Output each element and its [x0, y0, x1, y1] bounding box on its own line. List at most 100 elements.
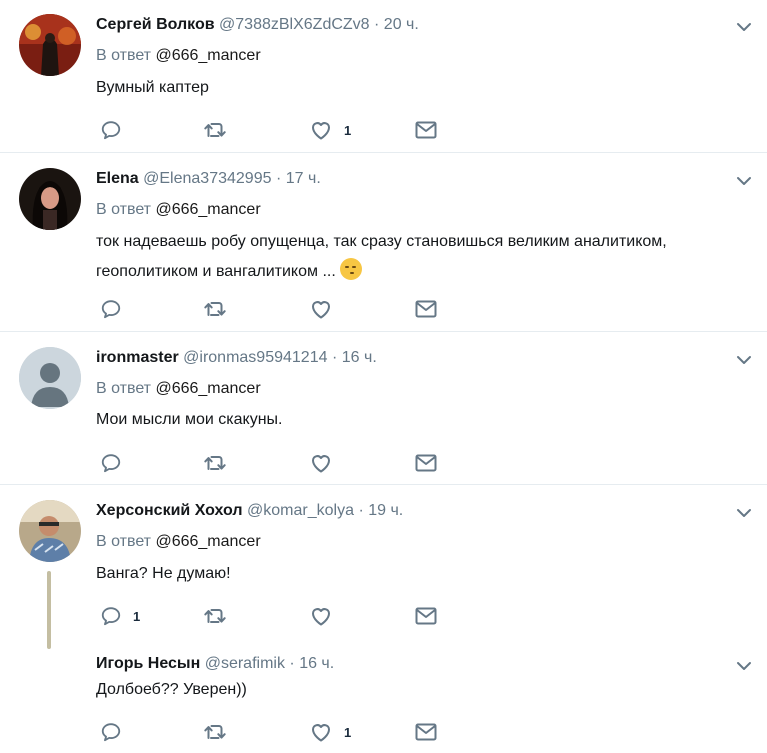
reply-context: В ответ @666_mancer	[96, 46, 261, 66]
direct-message-icon	[414, 297, 438, 321]
like-count: 1	[344, 122, 352, 138]
like-icon	[309, 720, 333, 744]
avatar[interactable]	[19, 168, 81, 230]
author-handle[interactable]: @serafimik	[205, 655, 285, 672]
tweet-text-fragment: геополитиком и вангалитиком ...	[96, 263, 336, 280]
direct-message-icon	[414, 720, 438, 744]
tweet-item[interactable]: Сергей Волков @7388zBlX6ZdCZv8 · 20 ч. В…	[0, 0, 767, 152]
retweet-icon	[203, 604, 227, 628]
avatar[interactable]	[19, 347, 81, 409]
reply-to-link[interactable]: @666_mancer	[155, 380, 260, 397]
like-button[interactable]	[309, 451, 344, 475]
direct-message-icon	[414, 118, 438, 142]
reply-to-link[interactable]: @666_mancer	[155, 533, 260, 550]
chevron-down-icon[interactable]	[736, 175, 752, 187]
like-button[interactable]	[309, 297, 344, 321]
reply-context: В ответ @666_mancer	[96, 532, 261, 552]
chevron-down-icon[interactable]	[736, 354, 752, 366]
tweet-actions	[96, 451, 456, 475]
author-name[interactable]: ironmaster	[96, 349, 179, 366]
reply-button[interactable]	[100, 297, 133, 321]
reply-icon	[100, 298, 122, 320]
tweet-actions: 1	[96, 604, 456, 628]
timestamp[interactable]: 16 ч.	[299, 655, 334, 672]
author-name[interactable]: Сергей Волков	[96, 16, 215, 33]
reply-button[interactable]	[100, 451, 133, 475]
author-handle[interactable]: @Elena37342995	[143, 170, 271, 187]
author-handle[interactable]: @7388zBlX6ZdCZv8	[219, 16, 370, 33]
timestamp[interactable]: 20 ч.	[384, 16, 419, 33]
retweet-button[interactable]	[203, 118, 227, 142]
thread-connector-line	[47, 571, 51, 649]
timestamp[interactable]: 17 ч.	[286, 170, 321, 187]
like-button[interactable]	[309, 604, 344, 628]
direct-message-icon	[414, 604, 438, 628]
author-handle[interactable]: @ironmas95941214	[183, 349, 327, 366]
tweet-text: Мои мысли мои скакуны.	[96, 411, 283, 428]
retweet-icon	[203, 720, 227, 744]
reply-button[interactable]	[100, 118, 133, 142]
tweet-header: Сергей Волков @7388zBlX6ZdCZv8 · 20 ч.	[96, 15, 419, 35]
reply-icon	[100, 452, 122, 474]
avatar[interactable]	[19, 14, 81, 76]
author-name[interactable]: Игорь Несын	[96, 655, 200, 672]
like-icon	[309, 118, 333, 142]
tweet-item[interactable]: Игорь Несын @serafimik · 16 ч. Долбоеб??…	[0, 640, 767, 753]
like-count: 1	[344, 724, 352, 740]
default-profile-icon	[19, 347, 81, 409]
tweet-text: Вумный каптер	[96, 79, 209, 96]
like-icon	[309, 297, 333, 321]
author-name[interactable]: Elena	[96, 170, 139, 187]
author-name[interactable]: Херсонский Хохол	[96, 502, 243, 519]
direct-message-button[interactable]	[414, 451, 438, 475]
direct-message-button[interactable]	[414, 720, 438, 744]
tweet-actions	[96, 297, 456, 321]
like-icon	[309, 451, 333, 475]
like-icon	[309, 604, 333, 628]
reply-count: 1	[133, 608, 141, 624]
separator: ·	[289, 655, 295, 672]
chevron-down-icon[interactable]	[736, 660, 752, 672]
tweet-header: Elena @Elena37342995 · 17 ч.	[96, 169, 321, 189]
direct-message-icon	[414, 451, 438, 475]
tweet-header: Игорь Несын @serafimik · 16 ч.	[96, 654, 334, 674]
tweet-header: Херсонский Хохол @komar_kolya · 19 ч.	[96, 501, 403, 521]
retweet-button[interactable]	[203, 297, 227, 321]
chevron-down-icon[interactable]	[736, 21, 752, 33]
like-button[interactable]: 1	[309, 118, 351, 142]
tweet-text-line: геополитиком и вангалитиком ...	[96, 257, 756, 287]
reply-icon	[100, 119, 122, 141]
smirk-emoji-icon	[340, 258, 363, 280]
reply-prefix: В ответ	[96, 201, 152, 218]
chevron-down-icon[interactable]	[736, 507, 752, 519]
tweet-actions: 1	[96, 720, 456, 744]
avatar[interactable]	[19, 500, 81, 562]
tweet-item[interactable]: Elena @Elena37342995 · 17 ч. В ответ @66…	[0, 153, 767, 331]
reply-icon	[100, 721, 122, 743]
reply-context: В ответ @666_mancer	[96, 379, 261, 399]
reply-button[interactable]: 1	[100, 604, 140, 628]
reply-to-link[interactable]: @666_mancer	[155, 201, 260, 218]
direct-message-button[interactable]	[414, 604, 438, 628]
tweet-text: Ванга? Не думаю!	[96, 565, 231, 582]
tweet-item[interactable]: Херсонский Хохол @komar_kolya · 19 ч. В …	[0, 485, 767, 649]
retweet-button[interactable]	[203, 604, 227, 628]
direct-message-button[interactable]	[414, 118, 438, 142]
retweet-button[interactable]	[203, 451, 227, 475]
tweet-actions: 1	[96, 118, 456, 142]
like-button[interactable]: 1	[309, 720, 351, 744]
timestamp[interactable]: 16 ч.	[342, 349, 377, 366]
tweet-text: ток надеваешь робу опущенца, так сразу с…	[96, 227, 756, 287]
reply-button[interactable]	[100, 720, 133, 744]
retweet-icon	[203, 451, 227, 475]
retweet-button[interactable]	[203, 720, 227, 744]
timestamp[interactable]: 19 ч.	[368, 502, 403, 519]
tweet-item[interactable]: ironmaster @ironmas95941214 · 16 ч. В от…	[0, 332, 767, 484]
tweet-text: Долбоеб?? Уверен))	[96, 681, 247, 698]
direct-message-button[interactable]	[414, 297, 438, 321]
reply-context: В ответ @666_mancer	[96, 200, 261, 220]
author-handle[interactable]: @komar_kolya	[247, 502, 354, 519]
reply-to-link[interactable]: @666_mancer	[155, 47, 260, 64]
retweet-icon	[203, 297, 227, 321]
tweet-text-line: ток надеваешь робу опущенца, так сразу с…	[96, 233, 667, 250]
